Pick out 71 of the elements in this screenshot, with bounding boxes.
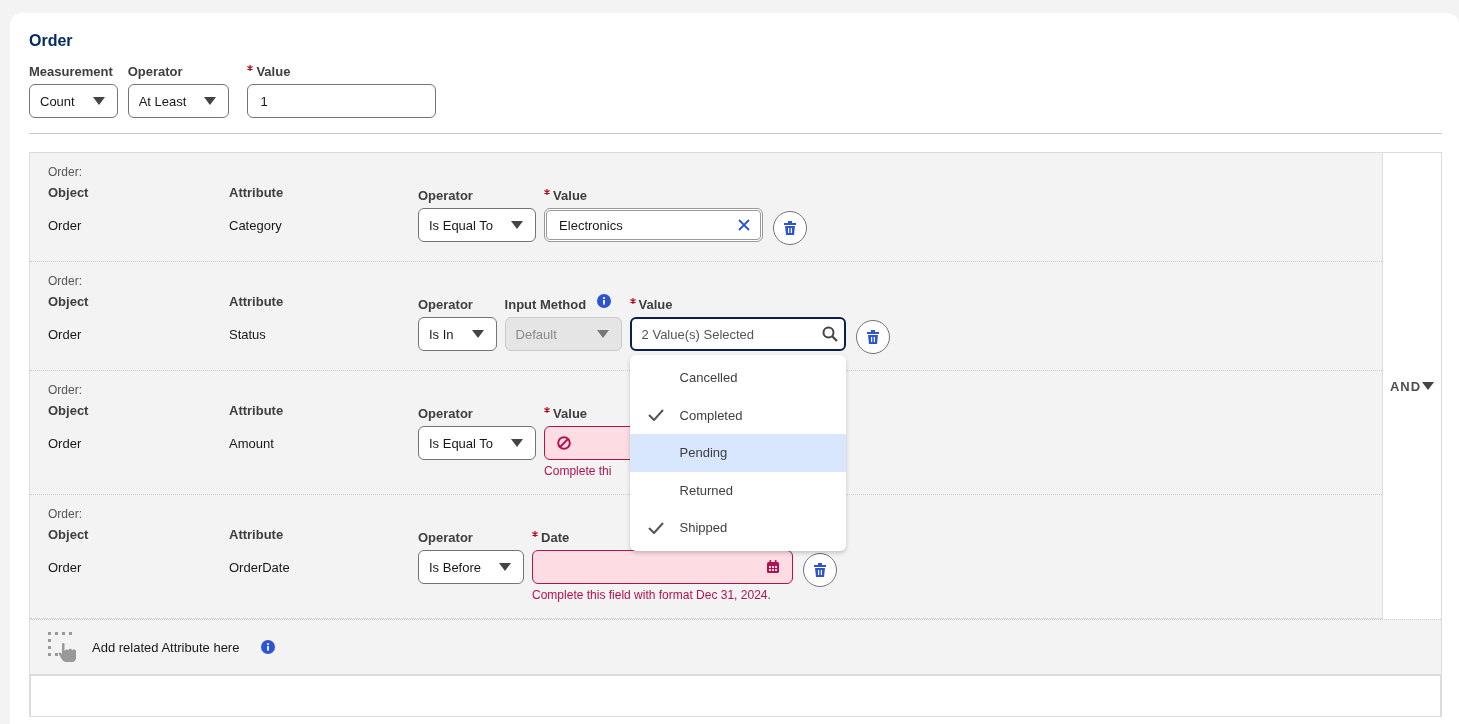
- clear-icon[interactable]: [738, 219, 751, 231]
- dropdown-option[interactable]: Pending: [629, 434, 846, 472]
- error-message: Complete this field with format Dec 31, 2024.: [532, 588, 772, 602]
- column-label: Attribute: [229, 403, 285, 420]
- attribute-name: Category: [229, 216, 283, 235]
- section-title: Order: [29, 32, 74, 51]
- select-dropdown[interactable]: Count: [29, 84, 118, 118]
- column-label: Object: [48, 527, 90, 544]
- group-label: Order:: [48, 507, 83, 523]
- field-label: Measurement: [29, 63, 113, 79]
- group-label: Order:: [48, 383, 83, 399]
- dropdown-option[interactable]: Returned: [629, 471, 846, 509]
- column-label: Object: [48, 185, 90, 202]
- error-message: Complete thi: [544, 464, 613, 478]
- calendar-icon[interactable]: [766, 560, 781, 574]
- field-label: Value: [553, 405, 588, 421]
- attribute-name: Amount: [229, 434, 275, 453]
- field-label: Operator: [418, 405, 473, 421]
- caret-icon: [204, 97, 217, 105]
- column-label: Attribute: [229, 294, 285, 311]
- field-label: Value: [638, 296, 673, 312]
- select-dropdown[interactable]: Is Before: [418, 550, 525, 584]
- caret-icon: [92, 97, 105, 105]
- attribute-name: OrderDate: [229, 558, 291, 577]
- date-input-field[interactable]: [532, 550, 794, 584]
- column-label: Object: [48, 403, 90, 420]
- error-icon: [557, 436, 572, 450]
- caret-icon: [511, 221, 524, 229]
- object-name: Order: [48, 558, 83, 577]
- column-label: Object: [48, 294, 90, 311]
- caret-icon: [499, 563, 512, 571]
- caret-icon: [1422, 382, 1435, 390]
- select-dropdown[interactable]: Is In: [418, 317, 497, 351]
- field-label: Operator: [418, 296, 473, 312]
- value-input-field[interactable]: 1: [247, 84, 437, 118]
- trash-icon: [866, 330, 879, 344]
- select-dropdown[interactable]: Is Equal To: [418, 426, 537, 460]
- attribute-name: Status: [229, 325, 267, 344]
- caret-icon: [511, 439, 524, 447]
- delete-button[interactable]: [855, 320, 890, 354]
- drag-hand-icon: [48, 632, 78, 662]
- trash-icon: [814, 563, 827, 577]
- delete-button[interactable]: [773, 211, 808, 245]
- field-label: Operator: [418, 529, 473, 545]
- object-name: Order: [48, 216, 83, 235]
- trash-icon: [784, 221, 797, 235]
- caret-icon: [596, 330, 609, 338]
- lookup-field[interactable]: Electronics: [544, 208, 764, 242]
- column-label: Attribute: [229, 527, 285, 544]
- field-label: Date: [541, 529, 570, 545]
- multiselect-search-field[interactable]: 2 Value(s) Selected: [629, 317, 846, 351]
- logic-operator-dropdown[interactable]: AND: [1389, 378, 1435, 394]
- object-name: Order: [48, 434, 83, 453]
- field-label: Value: [256, 63, 291, 79]
- delete-button[interactable]: [803, 553, 838, 587]
- search-icon: [821, 326, 838, 342]
- group-label: Order:: [48, 165, 83, 181]
- caret-icon: [471, 330, 484, 338]
- group-label: Order:: [48, 274, 83, 290]
- dropdown-option[interactable]: Completed: [629, 396, 846, 434]
- select-dropdown[interactable]: At Least: [127, 84, 230, 118]
- column-label: Attribute: [229, 185, 285, 202]
- field-label: Input Method: [504, 296, 587, 312]
- dropdown-option[interactable]: Cancelled: [629, 359, 846, 397]
- field-label: Operator: [127, 63, 183, 79]
- object-name: Order: [48, 325, 83, 344]
- select-dropdown[interactable]: Is Equal To: [418, 208, 537, 242]
- dropdown-option[interactable]: Shipped: [629, 509, 846, 547]
- add-attribute-label: Add related Attribute here: [92, 639, 240, 655]
- field-label: Value: [553, 187, 588, 203]
- field-label: Operator: [418, 187, 473, 203]
